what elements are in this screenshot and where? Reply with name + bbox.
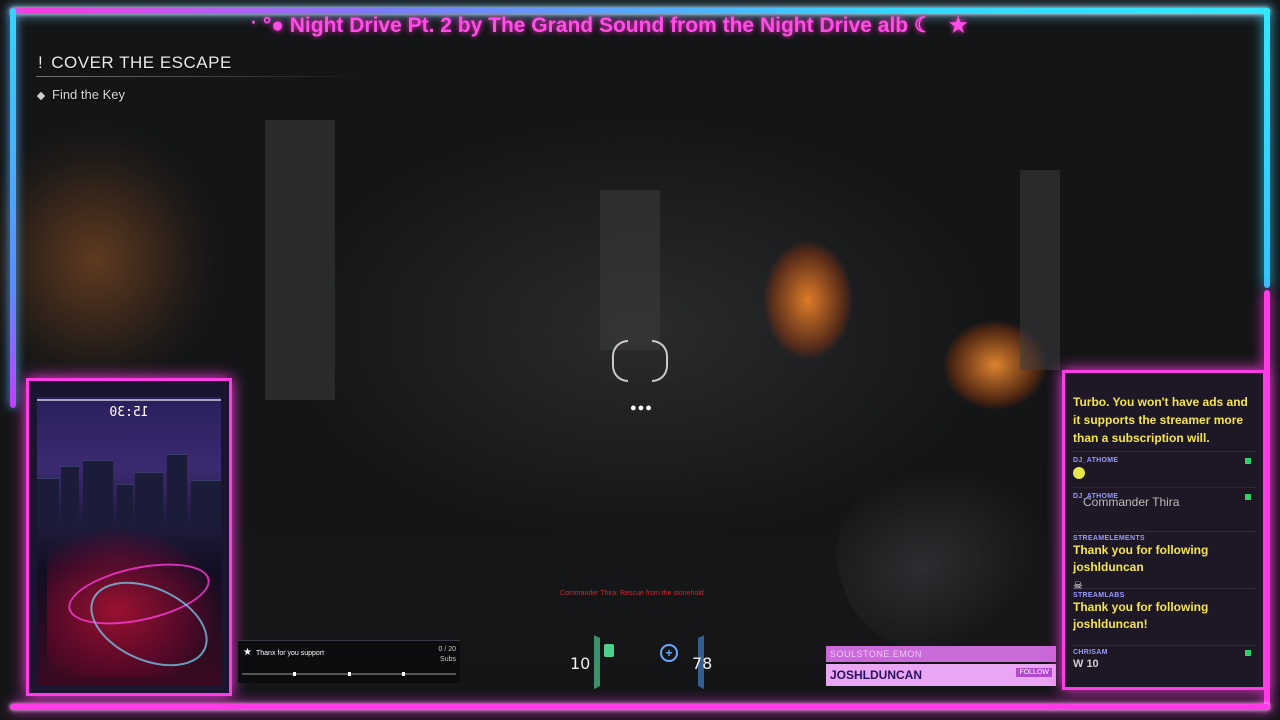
sub-goal-count-value: 0 / 20 [438, 646, 456, 653]
sub-goal-tick [348, 672, 351, 676]
follower-alert-title: SOULSTONE.EMON [826, 646, 1056, 662]
now-playing-ticker: ˑ °● Night Drive Pt. 2 by The Grand Soun… [250, 12, 1120, 40]
chat-text: Thank you for following joshlduncan! [1073, 600, 1209, 631]
emote-icon [1073, 467, 1085, 479]
resource-hud: + 10 78 [540, 608, 740, 690]
health-value: 78 [692, 654, 713, 673]
sub-goal-count: 0 / 20 Subs [438, 645, 456, 665]
chat-username[interactable]: DJ_ATHOME [1073, 493, 1255, 500]
chat-text: Thank you for following joshlduncan [1073, 543, 1209, 574]
sub-goal-widget: ★ Thanx for you support 0 / 20 Subs [238, 640, 460, 683]
stone-pillar [265, 120, 335, 400]
crosshair-right-bracket [652, 340, 668, 382]
star-icon: ★ [243, 647, 252, 658]
crosshair [612, 340, 668, 382]
chat-divider [1071, 645, 1257, 646]
objective-task-text: Find the Key [52, 87, 125, 102]
mod-badge-icon [1245, 650, 1251, 656]
chat-message: STREAMLABS Thank you for following joshl… [1073, 592, 1255, 633]
objective-task: Find the Key [36, 87, 125, 102]
neon-frame-left [10, 8, 16, 408]
neon-frame-right [1264, 8, 1270, 288]
chat-panel: Turbo. You won't have ads and it support… [1062, 370, 1266, 690]
chat-username[interactable]: CHRISAM [1073, 649, 1255, 656]
webcam-panel: 15:30 [26, 378, 232, 696]
sub-goal-unit: Subs [440, 656, 456, 663]
grenade-count: 10 [570, 654, 591, 673]
webcam-top-bar [37, 399, 221, 401]
mod-badge-icon [1245, 458, 1251, 464]
now-playing-text: ˑ °● Night Drive Pt. 2 by The Grand Soun… [250, 14, 933, 37]
webcam-clock: 15:30 [109, 405, 149, 420]
mod-badge-icon [1245, 494, 1251, 500]
alert-icon: ! [38, 53, 44, 72]
crosshair-left-bracket [612, 340, 628, 382]
visualizer-orbit [47, 527, 222, 684]
follow-label: FOLLOW [1016, 668, 1052, 677]
chat-message: CHRISAM W 10 [1073, 649, 1255, 673]
chat-username[interactable]: STREAMLABS [1073, 592, 1255, 599]
chat-divider [1071, 531, 1257, 532]
hud-dialogue-subtitle: Commander Thira: Rescue from the stoneho… [560, 590, 704, 597]
grenade-icon [604, 644, 614, 657]
objective-title: ! COVER THE ESCAPE [38, 53, 232, 73]
star-icon: ★ [948, 14, 968, 37]
chat-message: DJ_ATHOME [1073, 457, 1255, 484]
neon-frame-bottom [10, 704, 1270, 710]
chat-text: W 10 [1073, 658, 1099, 670]
objective-title-text: COVER THE ESCAPE [51, 53, 232, 72]
chat-username[interactable]: DJ_ATHOME [1073, 457, 1255, 464]
ammo-pips: ●●● [630, 402, 653, 414]
chat-divider [1071, 487, 1257, 488]
chat-message: STREAMELEMENTS Thank you for following j… [1073, 535, 1255, 594]
stone-pillar [1020, 170, 1060, 370]
chat-username[interactable]: STREAMELEMENTS [1073, 535, 1255, 542]
health-plus-icon: + [660, 644, 678, 662]
city-skyline [37, 454, 221, 525]
stone-pillar [600, 190, 660, 350]
webcam-feed: 15:30 [37, 397, 222, 685]
chat-banner: Turbo. You won't have ads and it support… [1073, 395, 1248, 445]
diamond-icon [36, 91, 46, 100]
chat-divider [1071, 451, 1257, 452]
follower-alert: SOULSTONE.EMON JOSHLDUNCAN FOLLOW [826, 646, 1056, 686]
sub-goal-tick [402, 672, 405, 676]
chat-message: DJ_ATHOME [1073, 493, 1255, 500]
chat-divider [1071, 588, 1257, 589]
skull-emote-icon: ☠ [1073, 580, 1083, 592]
sub-goal-tick [293, 672, 296, 676]
objective-divider [36, 76, 366, 77]
sub-goal-label: Thanx for you support [256, 650, 325, 657]
